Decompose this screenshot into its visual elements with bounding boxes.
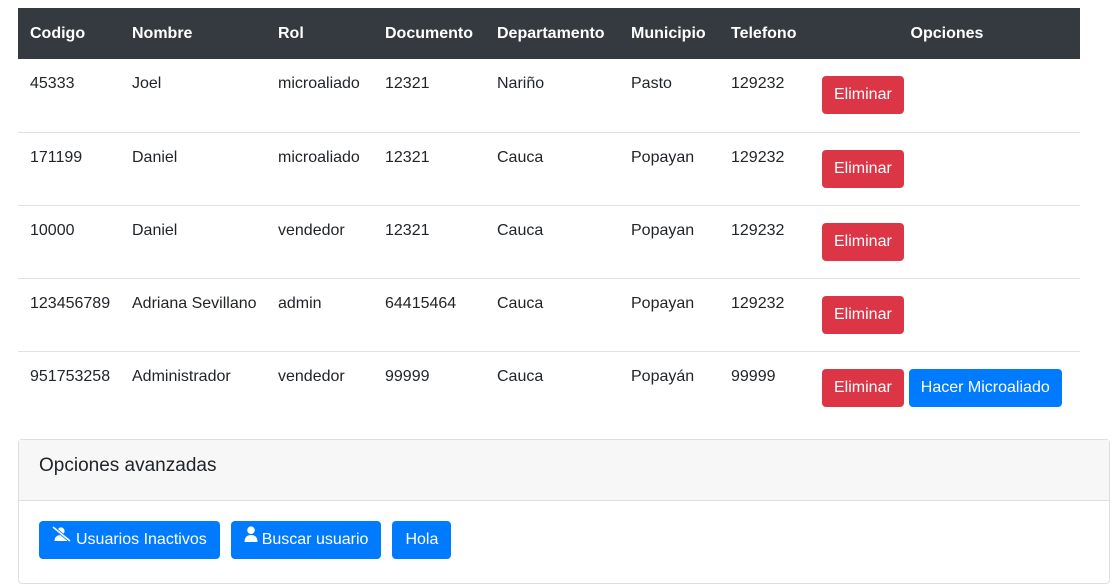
cell-rol: vendedor <box>266 204 373 278</box>
eliminar-button[interactable]: Eliminar <box>822 295 904 334</box>
table-body: 45333 Joel microaliado 12321 Nariño Past… <box>18 59 1080 424</box>
cell-nombre: Administrador <box>120 350 266 424</box>
eliminar-button[interactable]: Eliminar <box>822 149 904 188</box>
table-row: 123456789 Adriana Sevillano admin 644154… <box>18 277 1080 351</box>
usuarios-inactivos-label: Usuarios Inactivos <box>76 531 207 549</box>
column-header-nombre: Nombre <box>120 8 266 59</box>
cell-codigo: 951753258 <box>18 350 120 424</box>
cell-codigo: 10000 <box>18 204 120 278</box>
table-header: Codigo Nombre Rol Documento Departamento… <box>18 8 1080 59</box>
user-slash-icon <box>51 519 72 557</box>
cell-opciones: Eliminar Hacer Microaliado <box>814 350 1080 424</box>
column-header-departamento: Departamento <box>485 8 619 59</box>
cell-rol: microaliado <box>278 75 360 92</box>
cell-documento: 64415464 <box>373 277 485 351</box>
cell-telefono: 129232 <box>719 277 814 351</box>
cell-documento: 12321 <box>385 75 430 92</box>
cell-documento: 12321 <box>373 131 485 205</box>
cell-nombre: Joel <box>132 75 162 92</box>
user-icon <box>244 519 258 557</box>
cell-telefono: 129232 <box>719 131 814 205</box>
cell-codigo: 123456789 <box>18 277 120 351</box>
cell-municipio: Popayan <box>619 277 719 351</box>
hola-button[interactable]: Hola <box>392 521 452 559</box>
eliminar-button[interactable]: Eliminar <box>822 368 904 407</box>
cell-nombre: Daniel <box>120 131 266 205</box>
usuarios-inactivos-button[interactable]: Usuarios Inactivos <box>39 521 220 559</box>
card-body: Usuarios Inactivos Buscar usuario Hola <box>19 501 1109 559</box>
cell-departamento: Nariño <box>497 75 545 92</box>
cell-opciones: Eliminar <box>814 131 1080 205</box>
buscar-usuario-button[interactable]: Buscar usuario <box>230 519 382 559</box>
cell-documento: 12321 <box>373 204 485 278</box>
hacer-microaliado-button[interactable]: Hacer Microaliado <box>908 368 1062 407</box>
cell-codigo: 45333 <box>30 75 75 92</box>
column-header-codigo: Codigo <box>18 8 120 59</box>
cell-telefono: 129232 <box>719 204 814 278</box>
table-row: 10000 Daniel vendedor 12321 Cauca Popaya… <box>18 204 1080 278</box>
cell-codigo: 171199 <box>18 131 120 205</box>
cell-nombre: Adriana Sevillano <box>120 277 266 351</box>
cell-telefono: 99999 <box>719 350 814 424</box>
cell-municipio: Popayán <box>619 350 719 424</box>
users-table-container: Codigo Nombre Rol Documento Departamento… <box>18 8 1080 424</box>
cell-opciones: Eliminar <box>814 59 1080 132</box>
table-row: 45333 Joel microaliado 12321 Nariño Past… <box>18 59 1080 132</box>
cell-departamento: Cauca <box>485 204 619 278</box>
column-header-documento: Documento <box>373 8 485 59</box>
cell-rol: admin <box>266 277 373 351</box>
column-header-rol: Rol <box>266 8 373 59</box>
users-table: Codigo Nombre Rol Documento Departamento… <box>18 8 1080 424</box>
cell-rol: vendedor <box>266 350 373 424</box>
cell-opciones: Eliminar <box>814 277 1080 351</box>
card-title: Opciones avanzadas <box>19 440 1109 501</box>
table-row: 951753258 Administrador vendedor 99999 C… <box>18 350 1080 424</box>
cell-telefono: 129232 <box>731 75 785 92</box>
cell-nombre: Daniel <box>120 204 266 278</box>
eliminar-button[interactable]: Eliminar <box>822 76 904 114</box>
column-header-municipio: Municipio <box>619 8 719 59</box>
cell-municipio: Popayan <box>619 204 719 278</box>
cell-opciones: Eliminar <box>814 204 1080 278</box>
buscar-usuario-label: Buscar usuario <box>261 531 369 549</box>
eliminar-button[interactable]: Eliminar <box>822 222 904 261</box>
cell-documento: 99999 <box>373 350 485 424</box>
cell-departamento: Cauca <box>485 277 619 351</box>
table-row: 171199 Daniel microaliado 12321 Cauca Po… <box>18 131 1080 205</box>
cell-departamento: Cauca <box>485 131 619 205</box>
cell-departamento: Cauca <box>485 350 619 424</box>
cell-rol: microaliado <box>266 131 373 205</box>
cell-municipio: Popayan <box>619 131 719 205</box>
cell-municipio: Pasto <box>631 75 672 92</box>
column-header-telefono: Telefono <box>719 8 814 59</box>
column-header-opciones: Opciones <box>814 8 1080 59</box>
advanced-options-card: Opciones avanzadas Usuarios Inactivos Bu… <box>18 439 1110 584</box>
